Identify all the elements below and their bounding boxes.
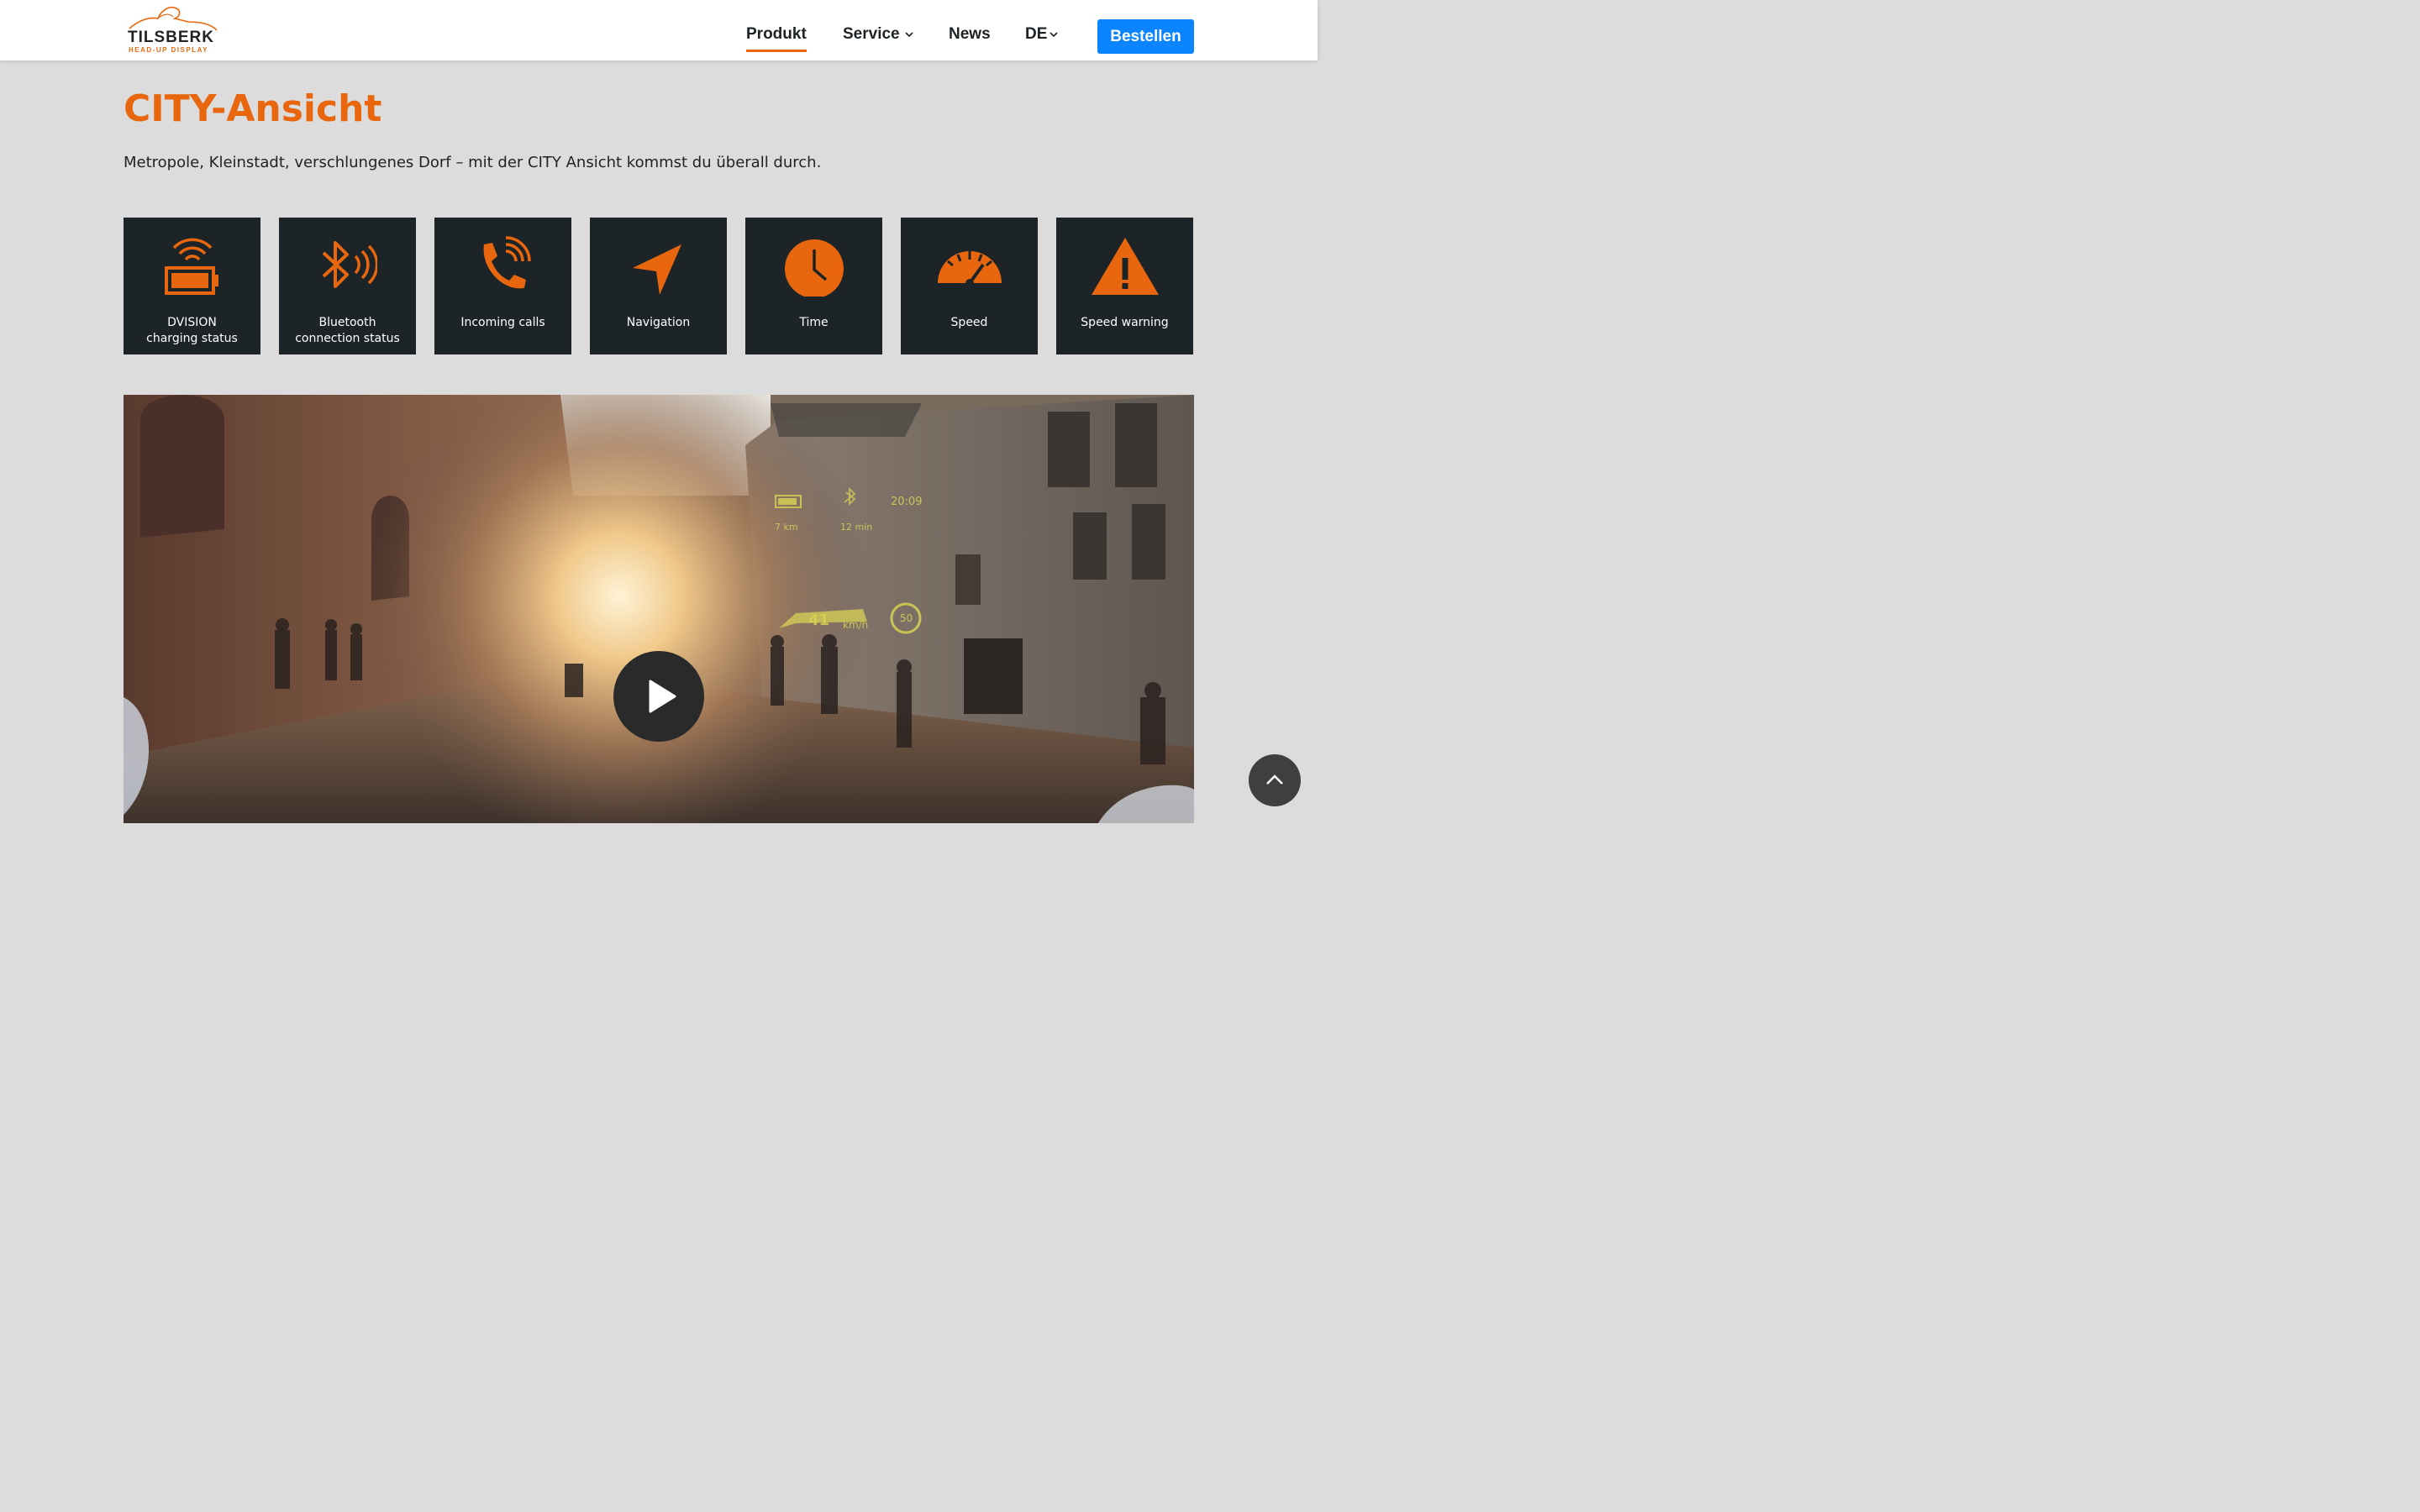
feature-label: Navigation xyxy=(626,316,691,329)
video-still xyxy=(124,395,1194,823)
hud-speed-unit: km/h xyxy=(843,619,869,631)
play-button[interactable] xyxy=(613,651,704,742)
scroll-to-top-button[interactable] xyxy=(1249,754,1301,806)
feature-tile-warning: Speed warning xyxy=(1056,218,1193,354)
battery-wifi-icon xyxy=(164,238,218,295)
nav-news-label: News xyxy=(949,25,991,43)
logo-subtitle: HEAD-UP DISPLAY xyxy=(129,46,208,54)
feature-label: Bluetooth connection status xyxy=(295,316,400,345)
clock-icon xyxy=(784,239,844,297)
intro-text: Metropole, Kleinstadt, verschlungenes Do… xyxy=(124,154,822,171)
video-player[interactable]: 20:09 7 km 12 min 41 km/h 50 xyxy=(124,395,1194,823)
nav-produkt-label: Produkt xyxy=(746,25,807,43)
hud-speed-limit: 50 xyxy=(900,612,913,624)
chevron-down-icon xyxy=(905,32,913,38)
hud-distance: 7 km xyxy=(775,522,798,533)
hud-time: 20:09 xyxy=(891,496,923,508)
feature-label: DVISION charging status xyxy=(146,316,238,345)
play-icon xyxy=(649,680,676,713)
language-label: DE xyxy=(1025,25,1048,43)
chevron-down-icon xyxy=(1050,32,1058,38)
feature-tile-charging: DVISION charging status xyxy=(124,218,260,354)
feature-label: Speed warning xyxy=(1081,316,1169,329)
nav-service-label: Service xyxy=(843,25,900,43)
speedometer-icon xyxy=(937,251,1002,287)
language-selector[interactable]: DE xyxy=(1025,25,1058,44)
nav-news[interactable]: News xyxy=(949,25,991,44)
site-header: TILSBERK HEAD-UP DISPLAY Produkt Service… xyxy=(0,0,1318,60)
feature-label: Time xyxy=(799,316,829,329)
page-title: CITY-Ansicht xyxy=(124,87,382,130)
nav-service[interactable]: Service xyxy=(843,25,913,44)
phone-icon xyxy=(483,236,531,289)
logo-wordmark: TILSBERK xyxy=(128,29,214,46)
nav-produkt[interactable]: Produkt xyxy=(746,25,807,52)
feature-label: Speed xyxy=(950,316,988,329)
chevron-up-icon xyxy=(1266,774,1283,785)
order-button[interactable]: Bestellen xyxy=(1097,19,1194,54)
bluetooth-icon xyxy=(322,241,377,288)
hud-duration: 12 min xyxy=(840,522,873,533)
hud-speed: 41 xyxy=(808,612,830,629)
warning-icon xyxy=(1091,238,1159,295)
feature-label: Incoming calls xyxy=(460,316,545,329)
feature-tile-calls: Incoming calls xyxy=(434,218,571,354)
navigation-arrow-icon xyxy=(632,244,681,295)
feature-tile-speed: Speed xyxy=(901,218,1038,354)
feature-tile-time: Time xyxy=(745,218,882,354)
feature-tile-navigation: Navigation xyxy=(590,218,727,354)
feature-tile-bluetooth: Bluetooth connection status xyxy=(279,218,416,354)
